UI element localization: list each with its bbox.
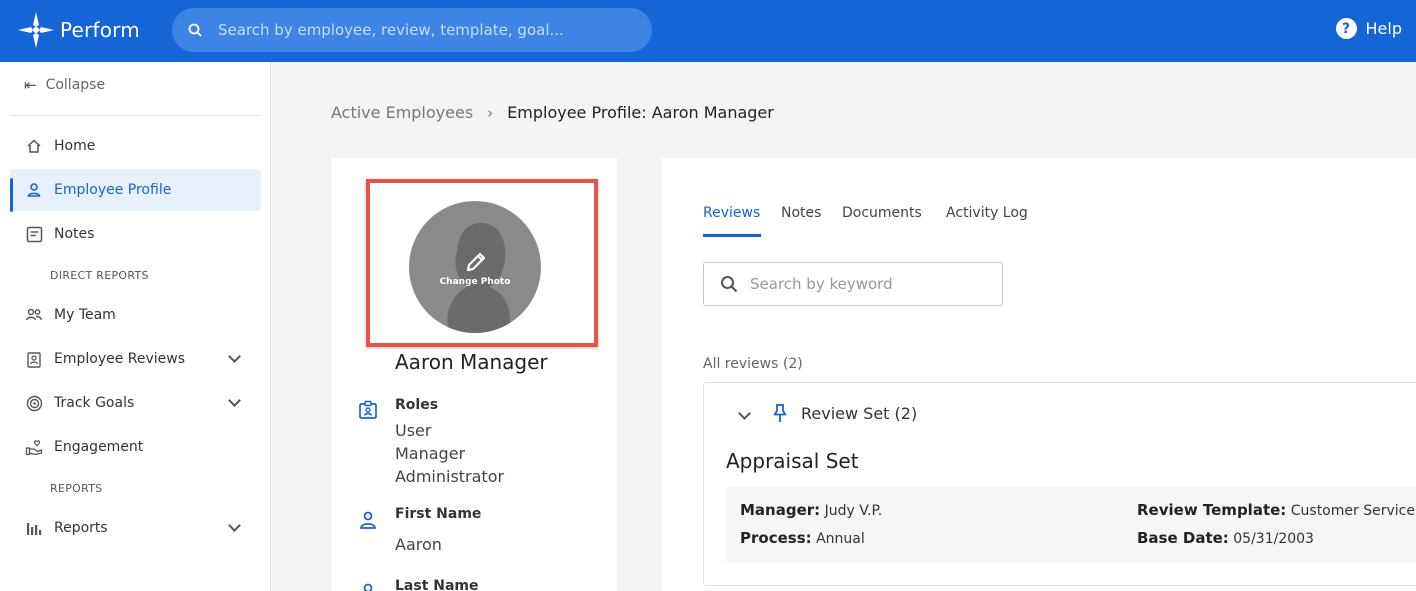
- collapse-arrow-icon: ⇤: [24, 76, 37, 94]
- sidebar-item-employee-reviews[interactable]: Employee Reviews: [10, 338, 261, 380]
- home-icon: [25, 137, 43, 155]
- breadcrumb: Active Employees › Employee Profile: Aar…: [331, 103, 774, 122]
- review-template-value: Customer Service: [1290, 503, 1415, 519]
- review-details: Manager: Judy V.P. Process: Annual Revie…: [726, 487, 1416, 563]
- sidebar-item-label: Home: [54, 138, 96, 154]
- process-field: Process: Annual: [740, 529, 865, 547]
- profile-card: Change Photo Aaron Manager Roles User Ma…: [331, 158, 617, 591]
- notes-icon: [25, 225, 43, 243]
- search-icon: [721, 276, 738, 293]
- review-icon: [25, 350, 43, 368]
- review-template-field: Review Template: Customer Service: [1137, 501, 1415, 519]
- first-name-label: First Name: [395, 506, 482, 522]
- help-label: Help: [1365, 19, 1402, 38]
- manager-value: Judy V.P.: [824, 503, 883, 519]
- manager-field: Manager: Judy V.P.: [740, 501, 882, 519]
- chevron-down-icon[interactable]: [738, 407, 751, 420]
- sidebar-item-label: Employee Profile: [54, 182, 172, 198]
- roles-label: Roles: [395, 397, 439, 413]
- sidebar-item-home[interactable]: Home: [10, 125, 261, 167]
- global-search[interactable]: [172, 8, 652, 52]
- all-reviews-count: All reviews (2): [703, 356, 803, 372]
- perform-logo-icon: [16, 10, 56, 50]
- appraisal-set-title: Appraisal Set: [726, 449, 859, 473]
- section-label-direct-reports: DIRECT REPORTS: [50, 269, 149, 282]
- chevron-down-icon[interactable]: [228, 394, 241, 407]
- sidebar-item-label: My Team: [54, 307, 116, 323]
- collapse-label: Collapse: [45, 77, 106, 93]
- sidebar-item-label: Notes: [54, 226, 95, 242]
- target-icon: [25, 394, 43, 412]
- change-photo-label: Change Photo: [439, 277, 511, 287]
- pin-icon[interactable]: [772, 403, 788, 423]
- manager-label: Manager:: [740, 501, 821, 519]
- person-icon: [360, 511, 376, 529]
- chevron-down-icon[interactable]: [228, 350, 241, 363]
- sidebar-item-engagement[interactable]: Engagement: [10, 426, 261, 468]
- global-search-input[interactable]: [218, 21, 638, 39]
- last-name-label: Last Name: [395, 578, 479, 591]
- base-date-label: Base Date:: [1137, 529, 1229, 547]
- reviews-panel: Reviews Notes Documents Activity Log All…: [661, 158, 1416, 591]
- sidebar-item-label: Track Goals: [54, 395, 135, 411]
- tab-activity-log[interactable]: Activity Log: [946, 205, 1028, 221]
- help-button[interactable]: ? Help: [1335, 18, 1402, 39]
- person-icon: [363, 583, 373, 591]
- breadcrumb-active-employees[interactable]: Active Employees: [331, 103, 473, 122]
- sidebar-item-notes[interactable]: Notes: [10, 213, 261, 255]
- active-tab-indicator: [703, 234, 761, 237]
- sidebar-item-label: Engagement: [54, 439, 144, 455]
- photo-highlight-frame: Change Photo: [366, 179, 598, 347]
- top-bar: Perform ? Help: [0, 0, 1416, 62]
- active-indicator: [10, 178, 13, 212]
- search-icon: [188, 23, 202, 37]
- collapse-button[interactable]: ⇤ Collapse: [24, 76, 105, 94]
- chevron-right-icon: ›: [487, 103, 494, 122]
- sidebar: ⇤ Collapse Home Employee Profile Notes D…: [0, 62, 271, 591]
- sidebar-item-label: Employee Reviews: [54, 351, 186, 367]
- review-template-label: Review Template:: [1137, 501, 1287, 519]
- role-item: User: [395, 421, 432, 440]
- employee-name: Aaron Manager: [395, 350, 548, 374]
- help-icon: ?: [1335, 18, 1357, 39]
- engagement-icon: [25, 438, 43, 456]
- keyword-search-input[interactable]: [750, 275, 990, 293]
- review-set-title[interactable]: Review Set (2): [801, 404, 917, 423]
- sidebar-divider: [10, 115, 260, 116]
- review-set-card: Review Set (2) Appraisal Set Manager: Ju…: [703, 382, 1416, 586]
- tab-documents[interactable]: Documents: [842, 205, 922, 221]
- first-name-value: Aaron: [395, 535, 442, 554]
- chevron-down-icon[interactable]: [228, 519, 241, 532]
- pencil-icon: [466, 252, 486, 272]
- sidebar-item-my-team[interactable]: My Team: [10, 294, 261, 336]
- team-icon: [25, 306, 43, 324]
- page-title: Employee Profile: Aaron Manager: [507, 103, 774, 122]
- app-name: Perform: [60, 18, 140, 42]
- sidebar-item-reports[interactable]: Reports: [10, 507, 261, 549]
- process-value: Annual: [816, 531, 865, 547]
- sidebar-item-label: Reports: [54, 520, 108, 536]
- base-date-field: Base Date: 05/31/2003: [1137, 529, 1314, 547]
- sidebar-item-track-goals[interactable]: Track Goals: [10, 382, 261, 424]
- process-label: Process:: [740, 529, 812, 547]
- sidebar-item-employee-profile[interactable]: Employee Profile: [10, 169, 261, 211]
- app-logo[interactable]: Perform: [16, 10, 140, 50]
- change-photo-button[interactable]: Change Photo: [409, 201, 541, 333]
- tab-reviews[interactable]: Reviews: [703, 205, 760, 221]
- role-item: Manager: [395, 444, 466, 463]
- role-item: Administrator: [395, 467, 505, 486]
- tab-notes[interactable]: Notes: [781, 205, 821, 221]
- keyword-search[interactable]: [703, 262, 1003, 306]
- base-date-value: 05/31/2003: [1233, 531, 1314, 547]
- person-icon: [25, 181, 43, 199]
- badge-icon: [359, 400, 377, 419]
- bar-chart-icon: [25, 519, 43, 537]
- section-label-reports: REPORTS: [50, 482, 103, 495]
